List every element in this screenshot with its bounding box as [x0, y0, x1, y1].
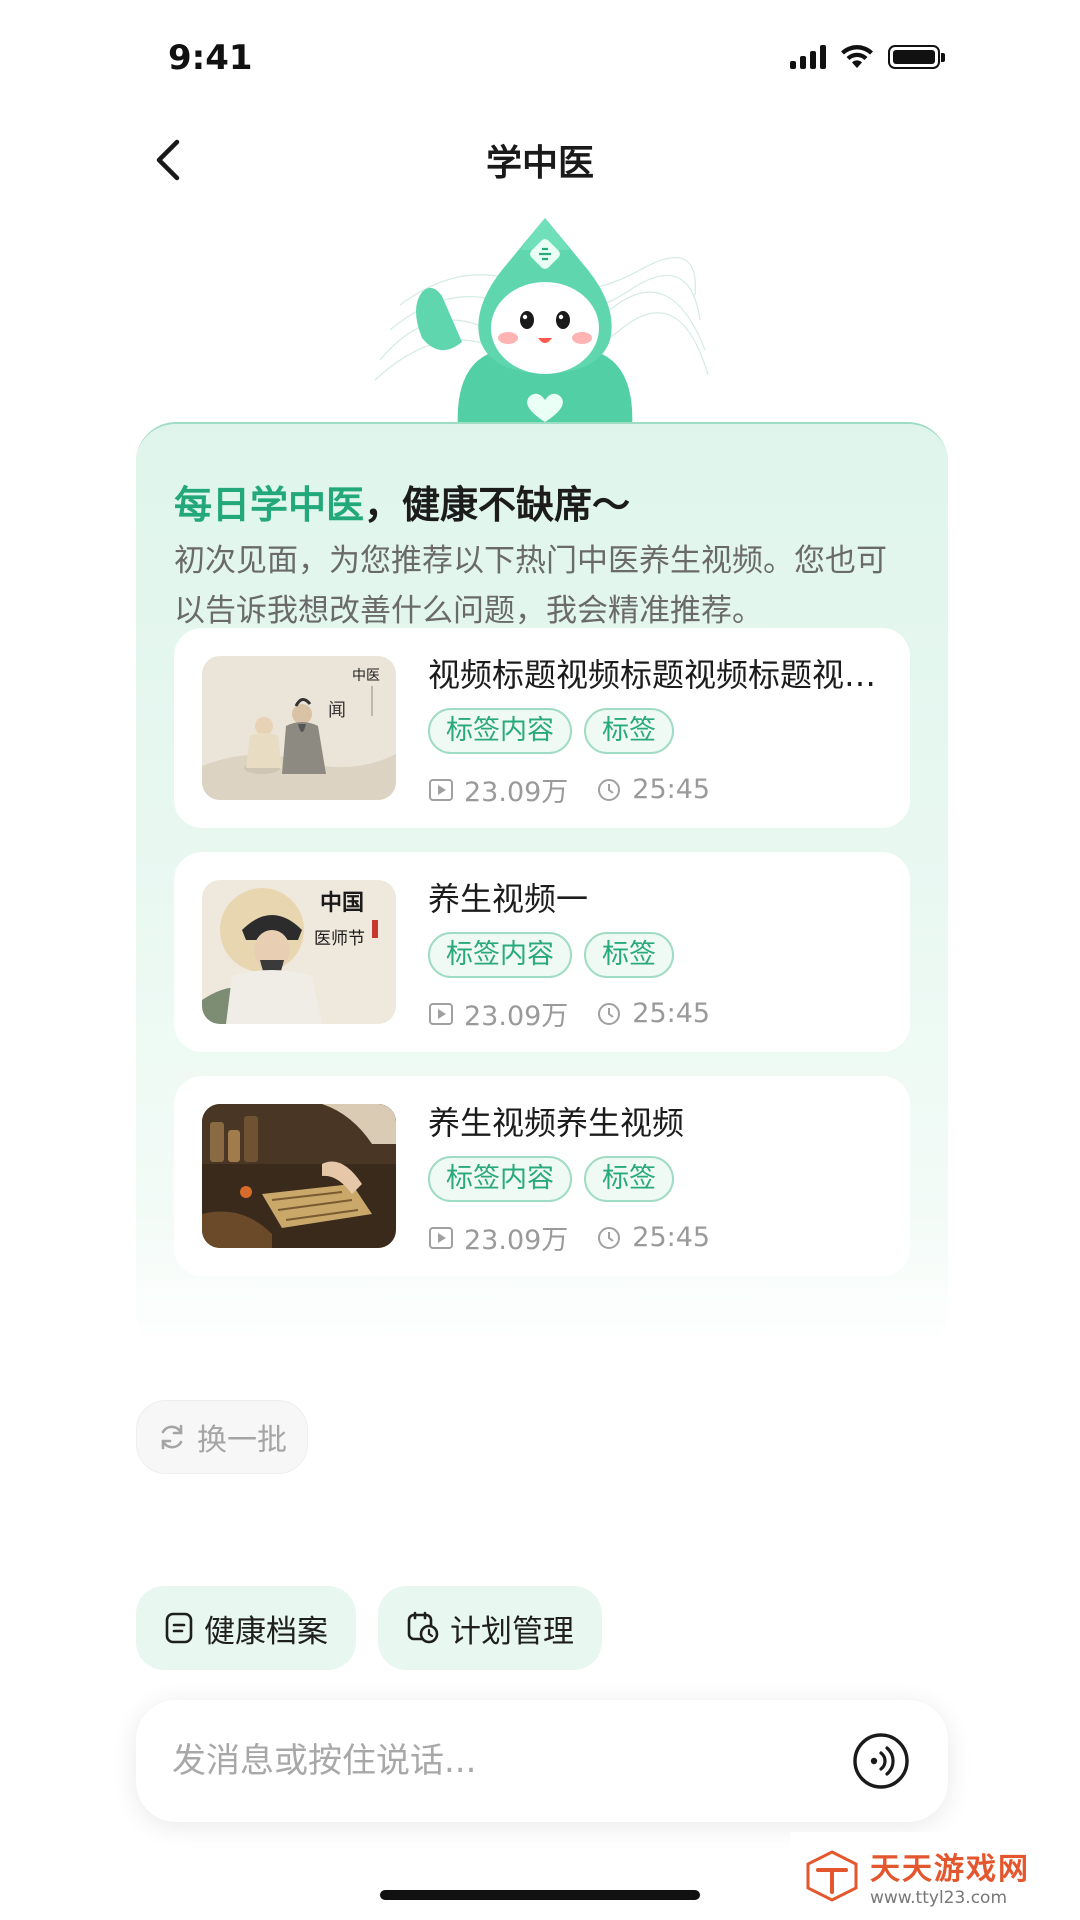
duration: 25:45: [632, 998, 711, 1029]
thumb-char-text: 闻: [328, 700, 346, 721]
tag[interactable]: 标签内容: [428, 1156, 572, 1202]
video-meta: 23.09万 25:45: [428, 770, 710, 809]
card-header-highlight: 每日学中医: [174, 483, 365, 527]
recommendation-card: 每日学中医，健康不缺席～ 初次见面，为您推荐以下热门中医养生视频。您也可以告诉我…: [136, 422, 948, 1352]
status-icons: [790, 44, 945, 70]
video-meta: 23.09万 25:45: [428, 1218, 710, 1257]
video-title: 养生视频一: [428, 880, 589, 918]
thumb-big-text: 中国: [320, 890, 364, 916]
plan-management-button[interactable]: 计划管理: [378, 1586, 602, 1670]
video-tags: 标签内容 标签: [428, 708, 674, 754]
tag[interactable]: 标签内容: [428, 708, 572, 754]
battery-icon: [888, 45, 945, 69]
clock-icon: [596, 1001, 622, 1027]
clock-icon: [596, 1225, 622, 1251]
document-icon: [165, 1612, 193, 1644]
tag[interactable]: 标签内容: [428, 932, 572, 978]
video-thumbnail: [202, 1104, 396, 1248]
clock-icon: [596, 777, 622, 803]
refresh-icon: [161, 1424, 183, 1450]
health-record-button[interactable]: 健康档案: [136, 1586, 356, 1670]
page-title: 学中医: [485, 143, 594, 184]
message-input[interactable]: [172, 1730, 792, 1792]
voice-icon: [853, 1733, 909, 1789]
mascot-illustration: [370, 210, 710, 430]
watermark-logo-icon: [806, 1850, 858, 1902]
video-thumbnail: 中医 闻: [202, 656, 396, 800]
duration: 25:45: [632, 1222, 711, 1253]
video-tags: 标签内容 标签: [428, 932, 674, 978]
tag[interactable]: 标签: [584, 1156, 674, 1202]
card-header-rest: ，健康不缺席～: [364, 483, 631, 527]
view-count: 23.09万: [464, 1225, 569, 1256]
card-header: 每日学中医，健康不缺席～: [174, 474, 630, 529]
video-title: 养生视频养生视频: [428, 1104, 685, 1142]
tag[interactable]: 标签: [584, 708, 674, 754]
play-icon: [428, 1225, 454, 1251]
video-item[interactable]: 中医 闻 视频标题视频标题视频标题视频标题 标签内容 标签 23.09万 25:…: [174, 628, 910, 828]
video-thumbnail: 中国 医师节: [202, 880, 396, 1024]
duration: 25:45: [632, 774, 711, 805]
status-bar: 9:41: [0, 0, 1080, 110]
play-icon: [428, 777, 454, 803]
view-count: 23.09万: [464, 1001, 569, 1032]
refresh-button[interactable]: 换一批: [136, 1400, 308, 1474]
play-icon: [428, 1001, 454, 1027]
view-count: 23.09万: [464, 777, 569, 808]
thumb-mid-text: 医师节: [314, 929, 365, 949]
message-input-bar: [136, 1700, 948, 1822]
calendar-clock-icon: [407, 1611, 439, 1644]
tag[interactable]: 标签: [584, 932, 674, 978]
watermark-name: 天天游戏网: [870, 1852, 1030, 1887]
cellular-signal-icon: [790, 45, 826, 69]
thumb-seal-text: 中医: [352, 668, 380, 684]
status-time: 9:41: [168, 38, 253, 78]
watermark: 天天游戏网 www.ttyl23.com: [790, 1832, 1080, 1920]
plan-management-label: 计划管理: [450, 1613, 574, 1650]
wifi-icon: [841, 45, 873, 68]
video-title: 视频标题视频标题视频标题视频标题: [428, 656, 888, 694]
card-description: 初次见面，为您推荐以下热门中医养生视频。您也可以告诉我想改善什么问题，我会精准推…: [174, 543, 887, 629]
watermark-url: www.ttyl23.com: [870, 1888, 1008, 1908]
health-record-label: 健康档案: [204, 1613, 328, 1650]
video-tags: 标签内容 标签: [428, 1156, 674, 1202]
video-item[interactable]: 中国 医师节 养生视频一 标签内容 标签 23.09万 25:45: [174, 852, 910, 1052]
video-item[interactable]: 养生视频养生视频 标签内容 标签 23.09万 25:45: [174, 1076, 910, 1276]
home-indicator: [380, 1890, 700, 1900]
refresh-label: 换一批: [197, 1423, 287, 1458]
voice-button[interactable]: [852, 1732, 910, 1790]
nav-bar: 学中医: [0, 110, 1080, 210]
video-meta: 23.09万 25:45: [428, 994, 710, 1033]
